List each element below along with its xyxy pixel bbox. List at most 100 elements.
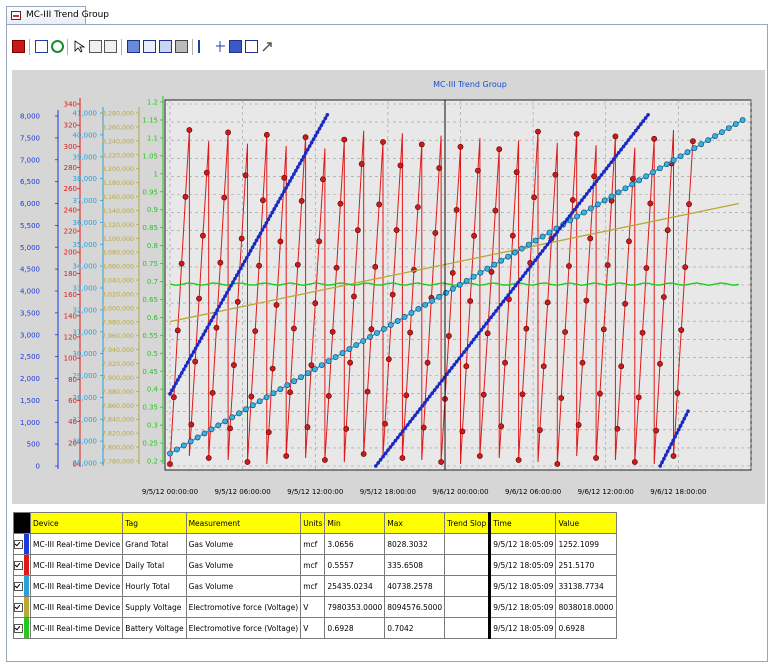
series-point-grand-total (616, 150, 621, 155)
legend-row[interactable]: MC-III Real-time Device Battery Voltage El… (13, 617, 618, 639)
series-point-hourly-total (491, 261, 498, 268)
series-point-daily-total (651, 135, 658, 142)
legend-header-time[interactable]: Time (489, 512, 557, 534)
series-point-grand-total (530, 261, 535, 266)
legend-visibility-cell[interactable] (13, 575, 31, 597)
legend-visibility-cell[interactable] (13, 596, 31, 618)
series-point-hourly-total (546, 229, 553, 236)
series-point-daily-total (209, 389, 216, 396)
series-visible-checkbox[interactable] (14, 560, 23, 570)
series-point-grand-total (418, 407, 422, 411)
legend-row[interactable]: MC-III Real-time Device Daily Total Gas Vo… (13, 554, 618, 576)
y-tick-label: 0.5 (147, 350, 158, 358)
series-point-hourly-total (581, 209, 587, 216)
y-tick-label: 280 (64, 164, 77, 172)
legend-visibility-cell[interactable] (13, 554, 31, 576)
series-point-grand-total (225, 290, 229, 295)
legend-header-device[interactable]: Device (29, 512, 124, 534)
series-point-hourly-total (387, 322, 394, 328)
legend-header-measurement[interactable]: Measurement (185, 512, 302, 534)
series-point-daily-total (304, 424, 311, 430)
series-visible-checkbox[interactable] (14, 602, 23, 612)
y-tick-label: 34,000 (73, 263, 98, 271)
series-point-daily-total (682, 264, 689, 271)
series-point-grand-total (413, 413, 417, 418)
legend-cell-time: 9/5/12 18:05:09 (489, 533, 557, 555)
series-point-daily-total (225, 129, 231, 136)
series-point-hourly-total (725, 125, 732, 132)
series-point-daily-total (600, 326, 607, 333)
series-point-grand-total (660, 460, 664, 465)
series-point-daily-total (294, 261, 301, 268)
y-tick-label: 7,000 (20, 156, 40, 164)
series-point-hourly-total (173, 446, 180, 453)
series-point-daily-total (358, 161, 365, 167)
series-point-grand-total (565, 217, 569, 221)
legend-header-trend-slop[interactable]: Trend Slop (444, 512, 492, 534)
y-tick-label: 0.4 (147, 386, 159, 394)
series-point-hourly-total (470, 273, 477, 280)
series-point-daily-total (364, 388, 371, 395)
series-point-daily-total (670, 453, 677, 459)
series-point-hourly-total (270, 390, 277, 397)
series-point-grand-total (506, 293, 511, 297)
series-point-hourly-total (594, 201, 601, 208)
legend-visibility-cell[interactable] (13, 617, 31, 639)
series-point-daily-total (263, 131, 270, 138)
legend-header-tag[interactable]: Tag (122, 512, 187, 534)
series-point-daily-total (312, 300, 319, 307)
series-point-grand-total (511, 287, 515, 291)
series-point-daily-total (283, 453, 290, 459)
series-point-grand-total (323, 116, 328, 121)
series-point-grand-total (199, 336, 204, 340)
series-point-daily-total (678, 327, 685, 333)
legend-header-value[interactable]: Value (555, 512, 618, 534)
legend-row[interactable]: MC-III Real-time Device Hourly Total Gas V… (13, 575, 618, 597)
series-point-grand-total (555, 230, 560, 234)
series-point-hourly-total (236, 410, 242, 417)
series-point-hourly-total (291, 378, 298, 385)
series-point-grand-total (201, 332, 206, 337)
series-point-grand-total (309, 140, 314, 145)
series-point-grand-total (195, 343, 200, 347)
legend-cell-slope (444, 617, 492, 639)
y-tick-label: 35,000 (73, 241, 98, 249)
legend-header-units[interactable]: Units (300, 512, 326, 534)
legend-row[interactable]: MC-III Real-time Device Grand Total Gas Vo… (13, 533, 618, 555)
legend-header-min[interactable]: Min (324, 512, 386, 534)
series-point-daily-total (597, 390, 603, 397)
series-point-daily-total (316, 238, 323, 245)
series-point-grand-total (447, 369, 452, 373)
legend-cell-min: 0.5557 (324, 554, 386, 576)
series-point-grand-total (445, 372, 449, 377)
y-tick-label: 0.55 (142, 332, 158, 340)
series-point-grand-total (415, 410, 420, 415)
series-point-hourly-total (739, 117, 746, 123)
series-point-grand-total (298, 161, 302, 166)
y-tick-label: 32,000 (73, 306, 98, 314)
series-point-daily-total (432, 230, 439, 236)
y-tick-label: 8,260,000 (102, 124, 134, 131)
y-tick-label: 30,000 (73, 350, 98, 358)
series-point-daily-total (475, 167, 481, 174)
series-point-grand-total (246, 252, 251, 257)
legend-cell-slope (444, 575, 492, 597)
series-point-hourly-total (615, 189, 622, 196)
series-visible-checkbox[interactable] (14, 581, 23, 591)
series-point-hourly-total (670, 157, 677, 164)
series-point-grand-total (580, 198, 584, 203)
series-point-grand-total (398, 432, 403, 437)
series-point-hourly-total (311, 366, 318, 373)
series-visible-checkbox[interactable] (14, 623, 23, 633)
series-point-grand-total (481, 324, 486, 329)
series-visible-checkbox[interactable] (14, 539, 23, 549)
series-point-grand-total (264, 221, 269, 225)
series-point-daily-total (531, 194, 537, 201)
series-point-grand-total (597, 176, 601, 180)
legend-visibility-cell[interactable] (13, 533, 31, 555)
legend-header-max[interactable]: Max (384, 512, 446, 534)
series-point-daily-total (360, 451, 367, 457)
series-point-grand-total (516, 280, 520, 285)
series-point-grand-total (450, 366, 454, 370)
legend-row[interactable]: MC-III Real-time Device Supply Voltage Ele… (13, 596, 618, 618)
